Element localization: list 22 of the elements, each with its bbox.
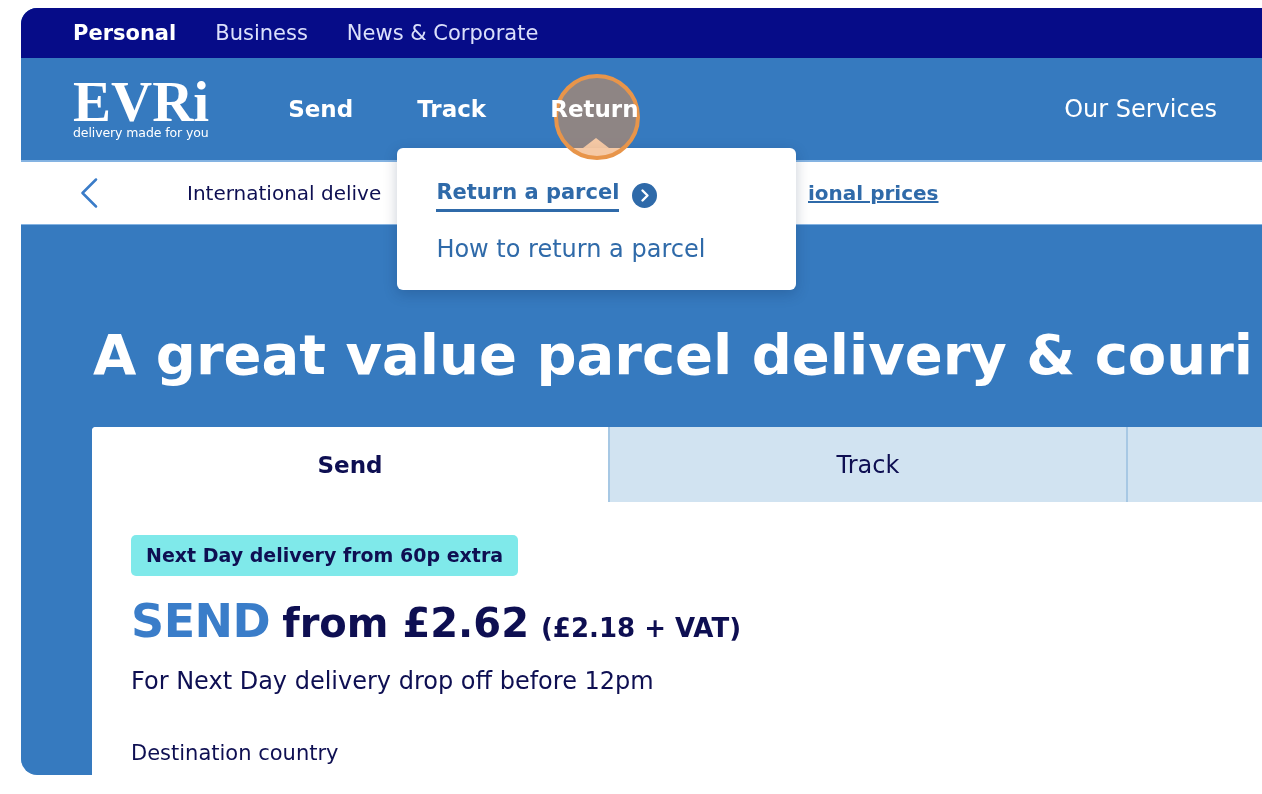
price-text: from £2.62 [282,599,529,648]
prices-link[interactable]: ional prices [808,180,939,206]
logo-wordmark[interactable]: EVRi [73,80,210,124]
page-heading: A great value parcel delivery & couri [93,321,1253,389]
audience-link[interactable]: Personal [73,20,177,46]
menu-link[interactable]: How to return a parcel [436,235,706,266]
tab[interactable]: Track [608,427,1126,502]
nav-link[interactable]: Send [288,95,354,123]
audience-link[interactable]: News & Corporate [346,20,539,46]
delivery-note: For Next Day delivery drop off before 12pm [131,666,654,696]
offer-badge: Next Day delivery from 60p extra [131,535,519,576]
send-wordmark: SEND [131,594,271,648]
chevron-circle-icon [632,182,658,208]
chevron-left-icon[interactable] [80,178,98,208]
logo-tagline: delivery made for you [73,126,209,140]
vat-note: (£2.18 + VAT) [541,613,742,643]
info-text: International delive [187,180,382,206]
services-link[interactable]: Our Services [1064,94,1217,124]
nav-link[interactable]: Track [417,95,487,123]
menu-link[interactable]: Return a parcel [436,178,620,212]
field-label: Destination country [131,740,339,766]
audience-link[interactable]: Business [215,20,308,46]
